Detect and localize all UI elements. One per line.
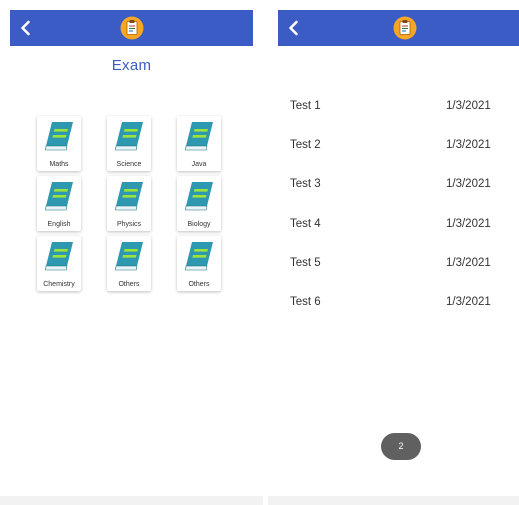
page-title: Exam (111, 57, 152, 74)
subject-card-biology[interactable]: Biology (177, 176, 221, 231)
subject-card-english[interactable]: English (37, 176, 81, 231)
subject-label: English (47, 221, 71, 228)
book-icon (185, 122, 213, 151)
test-list-item[interactable]: Test 4 1/3/2021 (290, 218, 519, 234)
subject-card-java[interactable]: Java (177, 116, 221, 171)
exam-screen: Exam Maths Science Java English Physics … (0, 0, 263, 505)
test-date: 1/3/2021 (446, 296, 491, 308)
subject-card-chemistry[interactable]: Chemistry (37, 236, 81, 291)
book-icon (115, 182, 143, 211)
book-icon (185, 182, 213, 211)
clipboard-app-icon (120, 16, 143, 40)
subject-label: Science (116, 161, 142, 168)
subject-label: Biology (187, 221, 211, 228)
subject-grid: Maths Science Java English Physics Biolo… (37, 116, 227, 292)
test-name: Test 5 (290, 257, 321, 269)
subject-label: Java (191, 161, 207, 168)
book-icon (45, 242, 73, 271)
subject-card-maths[interactable]: Maths (37, 116, 81, 171)
chevron-left-icon (289, 20, 298, 36)
test-date: 1/3/2021 (446, 178, 491, 190)
book-icon (185, 242, 213, 271)
clipboard-app-icon (393, 16, 417, 40)
back-button[interactable] (284, 18, 304, 38)
book-icon (45, 122, 73, 151)
app-bar (278, 10, 519, 46)
test-name: Test 1 (290, 100, 321, 112)
test-date: 1/3/2021 (446, 139, 491, 151)
subject-card-others[interactable]: Others (107, 236, 151, 291)
test-name: Test 6 (290, 296, 321, 308)
test-name: Test 2 (290, 139, 321, 151)
subject-label: Physics (116, 221, 142, 228)
app-bar (10, 10, 253, 46)
test-date: 1/3/2021 (446, 218, 491, 230)
back-button[interactable] (16, 18, 36, 38)
book-icon (115, 242, 143, 271)
subject-label: Others (118, 281, 140, 288)
test-date: 1/3/2021 (446, 100, 491, 112)
test-name: Test 4 (290, 218, 321, 230)
subject-label: Maths (49, 161, 69, 168)
subject-label: Chemistry (43, 281, 75, 288)
test-list-item[interactable]: Test 3 1/3/2021 (290, 178, 519, 194)
book-icon (115, 122, 143, 151)
book-icon (45, 182, 73, 211)
test-list-screen: Test 1 1/3/2021 Test 2 1/3/2021 Test 3 1… (268, 0, 519, 505)
test-date: 1/3/2021 (446, 257, 491, 269)
test-list-item[interactable]: Test 1 1/3/2021 (290, 100, 519, 116)
subject-card-science[interactable]: Science (107, 116, 151, 171)
bottom-navigation-bar (268, 496, 519, 505)
chevron-left-icon (21, 20, 30, 36)
test-list-item[interactable]: Test 2 1/3/2021 (290, 139, 519, 155)
bottom-navigation-bar (0, 496, 263, 505)
test-list-item[interactable]: Test 5 1/3/2021 (290, 257, 519, 273)
test-list-item[interactable]: Test 6 1/3/2021 (290, 296, 519, 312)
subject-card-physics[interactable]: Physics (107, 176, 151, 231)
subject-label: Others (188, 281, 210, 288)
test-name: Test 3 (290, 178, 321, 190)
subject-card-others-2[interactable]: Others (177, 236, 221, 291)
page-indicator-button[interactable]: 2 (381, 433, 421, 460)
